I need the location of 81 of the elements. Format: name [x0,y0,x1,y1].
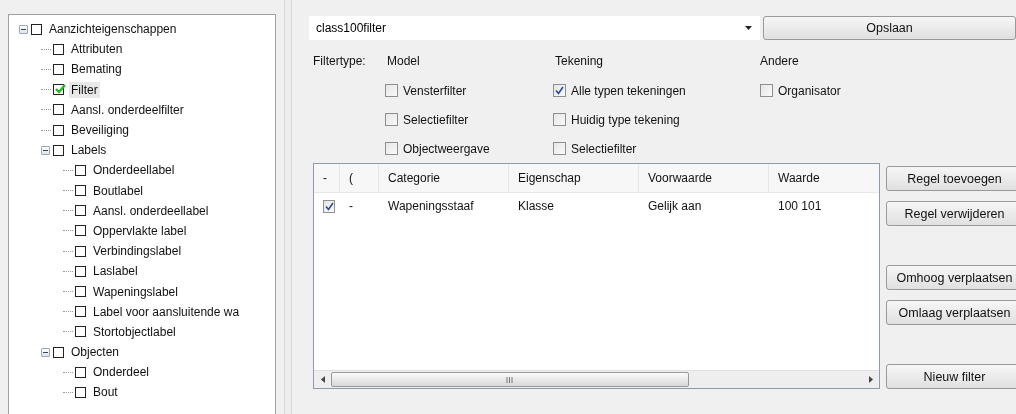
checkbox[interactable] [760,84,773,97]
checkbox[interactable] [385,84,398,97]
action-button[interactable]: Regel verwijderen [886,201,1016,226]
group-heading: Tekening [555,53,605,70]
column-header[interactable]: ( [340,164,379,192]
checkbox[interactable] [385,142,398,155]
checkbox[interactable] [53,43,64,55]
tree-item[interactable]: Objecten [69,344,122,361]
collapse-icon[interactable] [19,24,28,34]
checkbox-label[interactable]: Selectiefilter [571,141,637,156]
checkbox[interactable] [53,346,64,358]
checkbox[interactable] [75,286,86,298]
checkbox[interactable] [75,164,86,176]
tree-item[interactable]: Oppervlakte label [91,222,189,239]
checkbox-label[interactable]: Alle typen tekeningen [571,83,686,98]
column-header[interactable]: - [314,164,340,192]
checkbox[interactable] [75,265,86,277]
checkbox-label[interactable]: Organisator [778,83,841,98]
tree-item[interactable]: Aansl. onderdeelfilter [69,101,186,118]
tree-item[interactable]: Filter [69,81,100,98]
checkbox[interactable] [75,225,86,237]
horizontal-scrollbar[interactable] [314,370,879,388]
table-cell-text: Wapeningsstaaf [387,198,475,215]
tree-item[interactable]: Bout [91,384,120,401]
checkbox[interactable] [553,142,566,155]
column-header[interactable]: Voorwaarde [639,164,769,192]
save-button[interactable]: Opslaan [763,16,1016,40]
checkbox[interactable] [31,23,42,35]
checkbox-label[interactable]: Selectiefilter [403,112,469,127]
tree-item[interactable]: Attributen [69,41,125,58]
action-button[interactable]: Regel toevoegen [886,166,1016,191]
filtertype-label: Filtertype: [313,53,367,70]
checkbox[interactable] [75,185,86,197]
table-cell-text: Gelijk aan [647,198,703,215]
checkbox[interactable] [75,306,86,318]
caret-icon [745,26,752,30]
tree-item[interactable]: Aanzichteigenschappen [47,21,179,38]
checkbox[interactable] [553,113,566,126]
tree-item[interactable]: Labels [69,142,109,159]
tree-item[interactable]: Laslabel [91,263,140,280]
group-heading: Model [387,53,421,70]
tree-item[interactable]: Wapeningslabel [91,283,180,300]
action-button[interactable]: Nieuw filter [886,364,1016,389]
tree-item[interactable]: Label voor aansluitende wa [91,303,242,320]
group-heading: Andere [760,53,800,70]
checkbox[interactable] [53,63,64,75]
table-cell-text: - [348,198,354,215]
checkbox-label[interactable]: Vensterfilter [403,83,467,98]
action-button[interactable]: Omhoog verplaatsen [886,265,1016,290]
table-cell-text: 100 101 [777,198,823,215]
checkbox[interactable] [75,366,86,378]
checkbox[interactable] [553,84,566,97]
tree-item[interactable]: Bemating [69,61,124,78]
checkbox[interactable] [75,386,86,398]
tree-item[interactable]: Beveiliging [69,122,132,139]
checkbox[interactable] [75,245,86,257]
checkbox[interactable] [323,199,335,213]
tree-item[interactable]: Onderdeel [91,364,152,381]
tree-item[interactable]: Onderdeellabel [91,162,177,179]
tree-item[interactable]: Verbindingslabel [91,243,184,260]
checkbox[interactable] [75,326,86,338]
table-cell-text: Klasse [517,198,556,215]
tree-item[interactable]: Stortobjectlabel [91,323,178,340]
tree-item[interactable]: Aansl. onderdeellabel [91,202,211,219]
action-button[interactable]: Omlaag verplaatsen [886,300,1016,325]
checkbox[interactable] [53,84,64,96]
column-header[interactable]: Categorie [379,164,509,192]
checkbox-label[interactable]: Objectweergave [403,141,490,156]
checkbox-label[interactable]: Huidig type tekening [571,112,680,127]
scroll-thumb[interactable] [331,372,689,387]
filter-name-dropdown[interactable]: class100filter [309,16,760,40]
column-header[interactable]: Waarde [769,164,877,192]
checkbox[interactable] [53,104,64,116]
tree-item[interactable]: Boutlabel [91,182,146,199]
checkbox[interactable] [75,205,86,217]
collapse-icon[interactable] [41,145,50,155]
checkbox[interactable] [385,113,398,126]
column-header[interactable]: Eigenschap [509,164,639,192]
checkbox[interactable] [53,124,64,136]
collapse-icon[interactable] [41,347,50,357]
checkbox[interactable] [53,144,64,156]
